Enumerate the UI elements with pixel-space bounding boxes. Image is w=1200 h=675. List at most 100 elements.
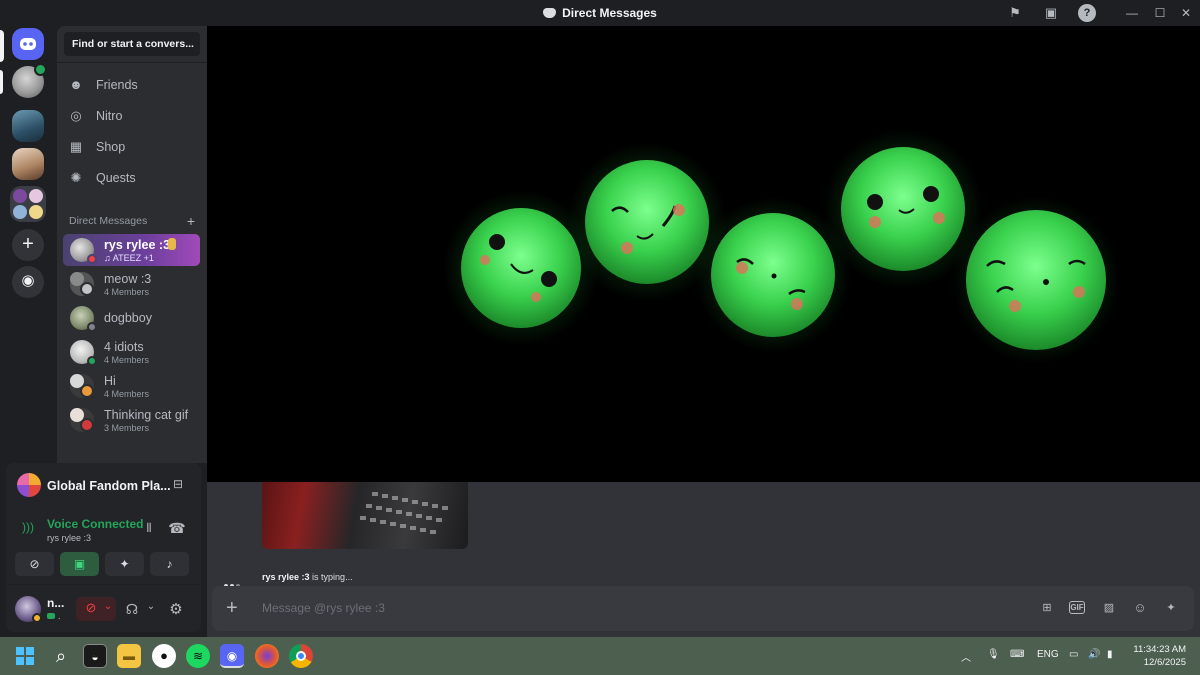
app-icon[interactable]: ◒ [83, 644, 107, 668]
battery-icon[interactable]: ▮ [1107, 649, 1113, 660]
user-status: . [47, 611, 61, 621]
dm-item-thinking-cat-gif[interactable]: Thinking cat gif 3 Members [63, 404, 200, 436]
title-bar: Direct Messages ⚑ ▣ ? — ☐ ✕ [0, 0, 1200, 26]
voice-status[interactable]: Voice Connected [47, 517, 143, 531]
nav-item-shop[interactable]: ▦ Shop [66, 133, 198, 161]
minimize-button[interactable]: — [1118, 3, 1146, 23]
discord-taskbar-icon[interactable]: ◉ [220, 644, 244, 668]
message-input[interactable]: Message @rys rylee :3 [262, 601, 385, 615]
server-avatar-2[interactable] [12, 110, 44, 142]
headphones-icon[interactable]: ☊ [123, 601, 141, 618]
dm-name: dogbboy [104, 311, 152, 325]
server-avatar-3[interactable] [12, 148, 44, 180]
camera-off-button[interactable]: ⊘ [15, 552, 54, 576]
friends-icon: ☻ [69, 77, 83, 92]
volume-icon[interactable]: 🔊 [1088, 649, 1100, 660]
start-button[interactable] [13, 644, 37, 668]
language-indicator[interactable]: ENG [1037, 649, 1059, 660]
search-icon[interactable]: ⌕ [49, 644, 73, 668]
spotify-icon[interactable]: ≋ [186, 644, 210, 668]
gif-icon[interactable]: GIF [1069, 601, 1085, 614]
activities-icon: ✦ [119, 557, 130, 571]
chrome-icon[interactable] [289, 644, 313, 668]
emoji-icon[interactable]: ☺ [1131, 600, 1149, 616]
add-server-icon[interactable]: + [12, 229, 44, 261]
activities-button[interactable]: ✦ [105, 552, 144, 576]
signal-icon: ))) [22, 520, 34, 534]
activity-icon [47, 613, 55, 619]
nav-item-quests[interactable]: ✺ Quests [66, 164, 198, 192]
chat-area: rys rylee :3 is typing... + Message @rys… [207, 26, 1200, 637]
add-attachment-icon[interactable]: + [226, 596, 238, 620]
mute-toggle[interactable]: ⊘ ⌄ [76, 597, 116, 621]
typing-text: is typing... [309, 572, 353, 582]
dm-item-4-idiots[interactable]: 4 idiots 4 Members [63, 336, 200, 368]
clock-time: 11:34:23 AM [1133, 644, 1186, 655]
window-title-text: Direct Messages [562, 6, 657, 20]
nav-label: Nitro [96, 109, 123, 123]
nav-label: Friends [96, 78, 138, 92]
disconnect-icon[interactable]: ☎ [168, 520, 186, 537]
noise-suppression-icon[interactable]: ⦀ [140, 521, 158, 536]
offline-status-icon [87, 322, 97, 332]
firefox-icon[interactable] [255, 644, 279, 668]
server-avatar-1[interactable] [12, 63, 47, 98]
create-dm-button[interactable]: + [187, 213, 195, 229]
settings-gear-icon[interactable]: ⚙ [167, 600, 185, 618]
inbox-icon[interactable]: ▣ [1042, 4, 1060, 22]
gift-icon[interactable]: ⊞ [1038, 600, 1056, 616]
typing-user: rys rylee :3 [262, 572, 310, 582]
idle-status-icon [32, 613, 42, 623]
quests-icon: ✺ [70, 170, 82, 185]
notification-badge [34, 63, 47, 76]
close-button[interactable]: ✕ [1172, 3, 1200, 23]
flag-icon[interactable]: ⚑ [1006, 4, 1024, 22]
soundboard-button[interactable]: ♪ [150, 552, 189, 576]
maximize-button[interactable]: ☐ [1146, 3, 1174, 23]
screen-share-icon: ▣ [73, 557, 86, 571]
group-avatar [70, 374, 94, 398]
nav-item-friends[interactable]: ☻ Friends [66, 71, 198, 99]
chevron-up-icon[interactable]: ︿ [961, 649, 971, 664]
dm-section-header: Direct Messages + [69, 213, 195, 229]
server-icon [17, 473, 41, 497]
file-explorer-icon[interactable]: ▬ [117, 644, 141, 668]
search-input[interactable]: Find or start a convers... [64, 32, 200, 56]
mic-muted-icon: ⊘ [85, 600, 97, 615]
gif-preview[interactable] [207, 26, 1200, 482]
music-icon: ♫ [104, 253, 113, 263]
chevron-down-icon[interactable]: ⌄ [145, 601, 157, 612]
screen-share-icon[interactable]: ⊟ [170, 477, 186, 491]
discord-icon [20, 38, 36, 50]
username[interactable]: n... [47, 596, 64, 610]
camera-off-icon: ⊘ [29, 557, 40, 571]
dm-item-dogbboy[interactable]: dogbboy [63, 302, 200, 334]
user-status-text: . [58, 611, 61, 621]
sticker-icon[interactable]: ▨ [1100, 600, 1118, 616]
network-icon[interactable]: ▭ [1069, 649, 1078, 660]
home-button[interactable] [12, 28, 44, 60]
microphone-icon[interactable]: 🎙 [987, 649, 1000, 660]
apps-icon[interactable]: ✦ [1162, 600, 1180, 616]
help-icon[interactable]: ? [1078, 4, 1096, 22]
message-composer[interactable]: + Message @rys rylee :3 ⊞ GIF ▨ ☺ ✦ [212, 586, 1194, 631]
penguin-app-icon[interactable]: ● [152, 644, 176, 668]
group-avatar [70, 408, 94, 432]
keyboard-icon[interactable]: ⌨ [1010, 649, 1024, 660]
keyboard-photo [360, 492, 448, 534]
server-folder[interactable] [10, 186, 46, 222]
voice-channel[interactable]: rys rylee :3 [47, 533, 91, 543]
nav-item-nitro[interactable]: ◎ Nitro [66, 102, 198, 130]
message-image-attachment[interactable] [262, 482, 468, 549]
voice-server-name[interactable]: Global Fandom Pla... [47, 479, 171, 493]
chevron-down-icon[interactable]: ⌄ [102, 601, 114, 612]
clock-date: 12/6/2025 [1143, 657, 1186, 668]
screen-share-button[interactable]: ▣ [60, 552, 99, 576]
clock[interactable]: 11:34:23 AM 12/6/2025 [1133, 643, 1186, 669]
face-5 [952, 196, 1120, 364]
dm-name: 4 idiots [104, 340, 144, 354]
dm-item-rys-rylee[interactable]: rys rylee :3 ♫ ATEEZ +1 [63, 234, 200, 266]
dm-item-hi[interactable]: Hi 4 Members [63, 370, 200, 402]
discover-icon[interactable]: ◉ [12, 266, 44, 298]
dm-item-meow[interactable]: meow :3 4 Members [63, 268, 200, 300]
